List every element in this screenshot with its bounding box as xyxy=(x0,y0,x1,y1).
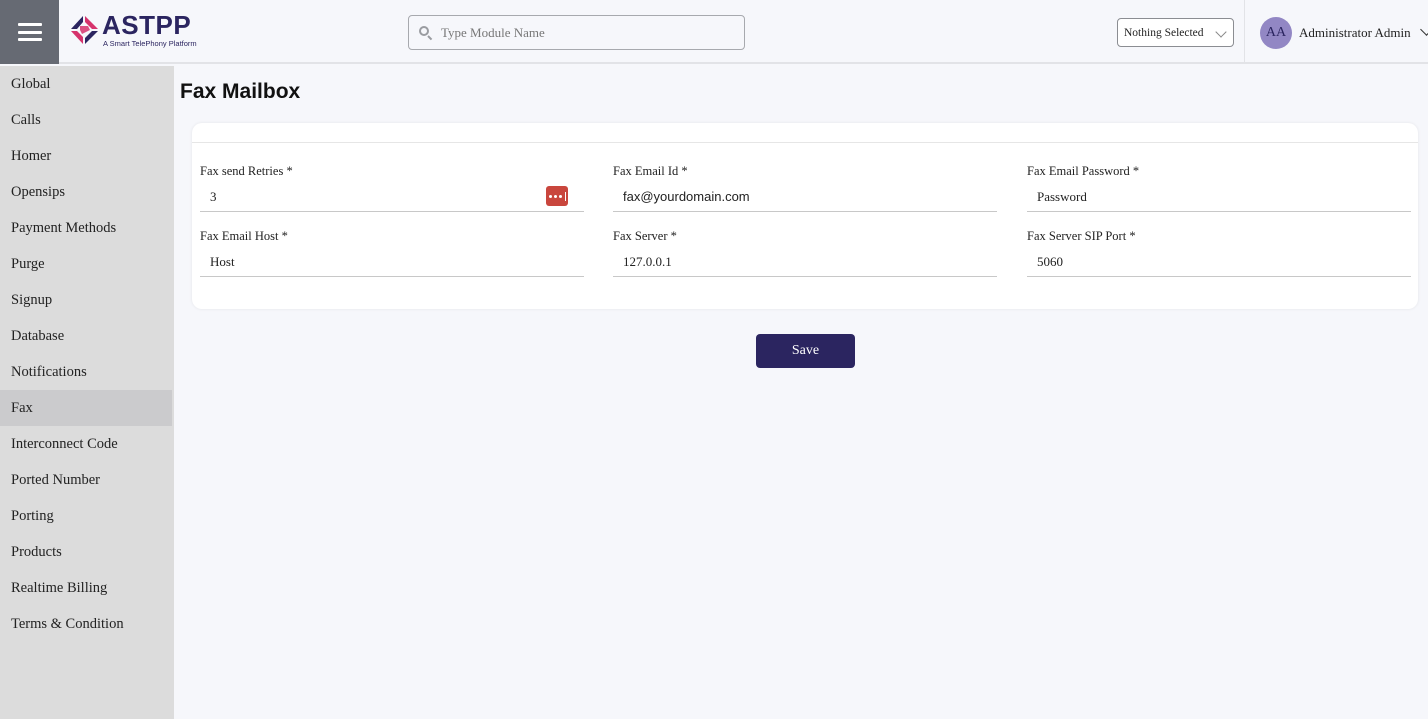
sidebar-item-label: Notifications xyxy=(11,363,87,380)
field-label: Fax Server SIP Port * xyxy=(1027,229,1136,243)
sidebar-item-terms-condition[interactable]: Terms & Condition xyxy=(0,606,172,642)
header-divider xyxy=(1244,0,1245,64)
sidebar-item-global[interactable]: Global xyxy=(0,66,172,102)
user-name: Administrator Admin xyxy=(1299,25,1411,40)
sidebar-item-label: Global xyxy=(11,75,51,92)
sidebar: Global Calls Homer Opensips Payment Meth… xyxy=(0,66,174,719)
sidebar-item-label: Opensips xyxy=(11,183,65,200)
search-icon xyxy=(419,25,433,40)
sidebar-item-signup[interactable]: Signup xyxy=(0,282,172,318)
avatar: AA xyxy=(1260,17,1292,49)
module-search-input[interactable] xyxy=(441,24,731,41)
fax-server-sip-port-field: Fax Server SIP Port * xyxy=(1027,229,1411,277)
sidebar-item-interconnect-code[interactable]: Interconnect Code xyxy=(0,426,172,462)
sidebar-item-calls[interactable]: Calls xyxy=(0,102,172,138)
field-label: Fax Email Password * xyxy=(1027,164,1140,178)
sidebar-item-homer[interactable]: Homer xyxy=(0,138,172,174)
chevron-down-icon xyxy=(1215,26,1227,38)
sidebar-item-notifications[interactable]: Notifications xyxy=(0,354,172,390)
sidebar-item-label: Database xyxy=(11,327,65,344)
field-label: Fax send Retries * xyxy=(200,164,293,178)
sidebar-item-label: Ported Number xyxy=(11,471,100,488)
fax-send-retries-field: Fax send Retries * xyxy=(200,164,584,212)
sidebar-item-payment-methods[interactable]: Payment Methods xyxy=(0,210,172,246)
dropdown-selected-value: Nothing Selected xyxy=(1124,26,1204,39)
field-label: Fax Email Id * xyxy=(613,164,688,178)
sidebar-item-label: Terms & Condition xyxy=(11,615,124,632)
sidebar-item-label: Porting xyxy=(11,507,54,524)
sidebar-item-purge[interactable]: Purge xyxy=(0,246,172,282)
sidebar-item-fax[interactable]: Fax xyxy=(0,390,172,426)
sidebar-item-label: Purge xyxy=(11,255,45,272)
logo-name: ASTPP xyxy=(102,10,192,40)
fax-email-host-input[interactable] xyxy=(210,253,530,270)
fax-server-sip-port-input[interactable] xyxy=(1037,253,1357,270)
fax-mailbox-form: Fax send Retries * Fax Email Id * Fax Em… xyxy=(192,123,1418,309)
top-header: ASTPP A Smart TelePhony Platform Nothing… xyxy=(0,0,1428,64)
fax-email-id-input[interactable] xyxy=(623,189,943,204)
hamburger-icon xyxy=(17,23,42,41)
nothing-selected-dropdown[interactable]: Nothing Selected xyxy=(1117,18,1234,47)
sidebar-item-ported-number[interactable]: Ported Number xyxy=(0,462,172,498)
sidebar-item-label: Signup xyxy=(11,291,53,308)
sidebar-item-label: Homer xyxy=(11,147,52,164)
fax-email-id-field: Fax Email Id * xyxy=(613,164,997,212)
card-header xyxy=(192,123,1418,143)
sidebar-item-label: Realtime Billing xyxy=(11,579,108,596)
sidebar-item-products[interactable]: Products xyxy=(0,534,172,570)
sidebar-item-label: Products xyxy=(11,543,62,560)
sidebar-item-opensips[interactable]: Opensips xyxy=(0,174,172,210)
fax-send-retries-input[interactable] xyxy=(210,188,530,205)
sidebar-item-porting[interactable]: Porting xyxy=(0,498,172,534)
fax-server-field: Fax Server * xyxy=(613,229,997,277)
password-manager-icon[interactable] xyxy=(546,186,568,206)
fax-email-host-field: Fax Email Host * xyxy=(200,229,584,277)
user-menu[interactable]: AA Administrator Admin xyxy=(1260,17,1428,49)
astpp-logo-icon xyxy=(71,16,98,44)
fax-email-password-input[interactable] xyxy=(1037,188,1357,205)
fax-email-password-field: Fax Email Password * xyxy=(1027,164,1411,212)
menu-toggle-button[interactable] xyxy=(0,0,59,64)
sidebar-item-label: Interconnect Code xyxy=(11,435,118,452)
logo-tagline: A Smart TelePhony Platform xyxy=(103,39,197,48)
chevron-down-icon xyxy=(1420,23,1428,36)
logo[interactable]: ASTPP A Smart TelePhony Platform xyxy=(70,12,197,48)
sidebar-item-label: Fax xyxy=(11,399,33,416)
save-button[interactable]: Save xyxy=(756,334,855,368)
module-search xyxy=(408,15,745,50)
field-label: Fax Email Host * xyxy=(200,229,288,243)
sidebar-item-label: Payment Methods xyxy=(11,219,117,236)
sidebar-item-label: Calls xyxy=(11,111,41,128)
sidebar-item-database[interactable]: Database xyxy=(0,318,172,354)
sidebar-item-realtime-billing[interactable]: Realtime Billing xyxy=(0,570,172,606)
fax-server-input[interactable] xyxy=(623,253,943,270)
page-title: Fax Mailbox xyxy=(180,80,301,103)
field-label: Fax Server * xyxy=(613,229,677,243)
